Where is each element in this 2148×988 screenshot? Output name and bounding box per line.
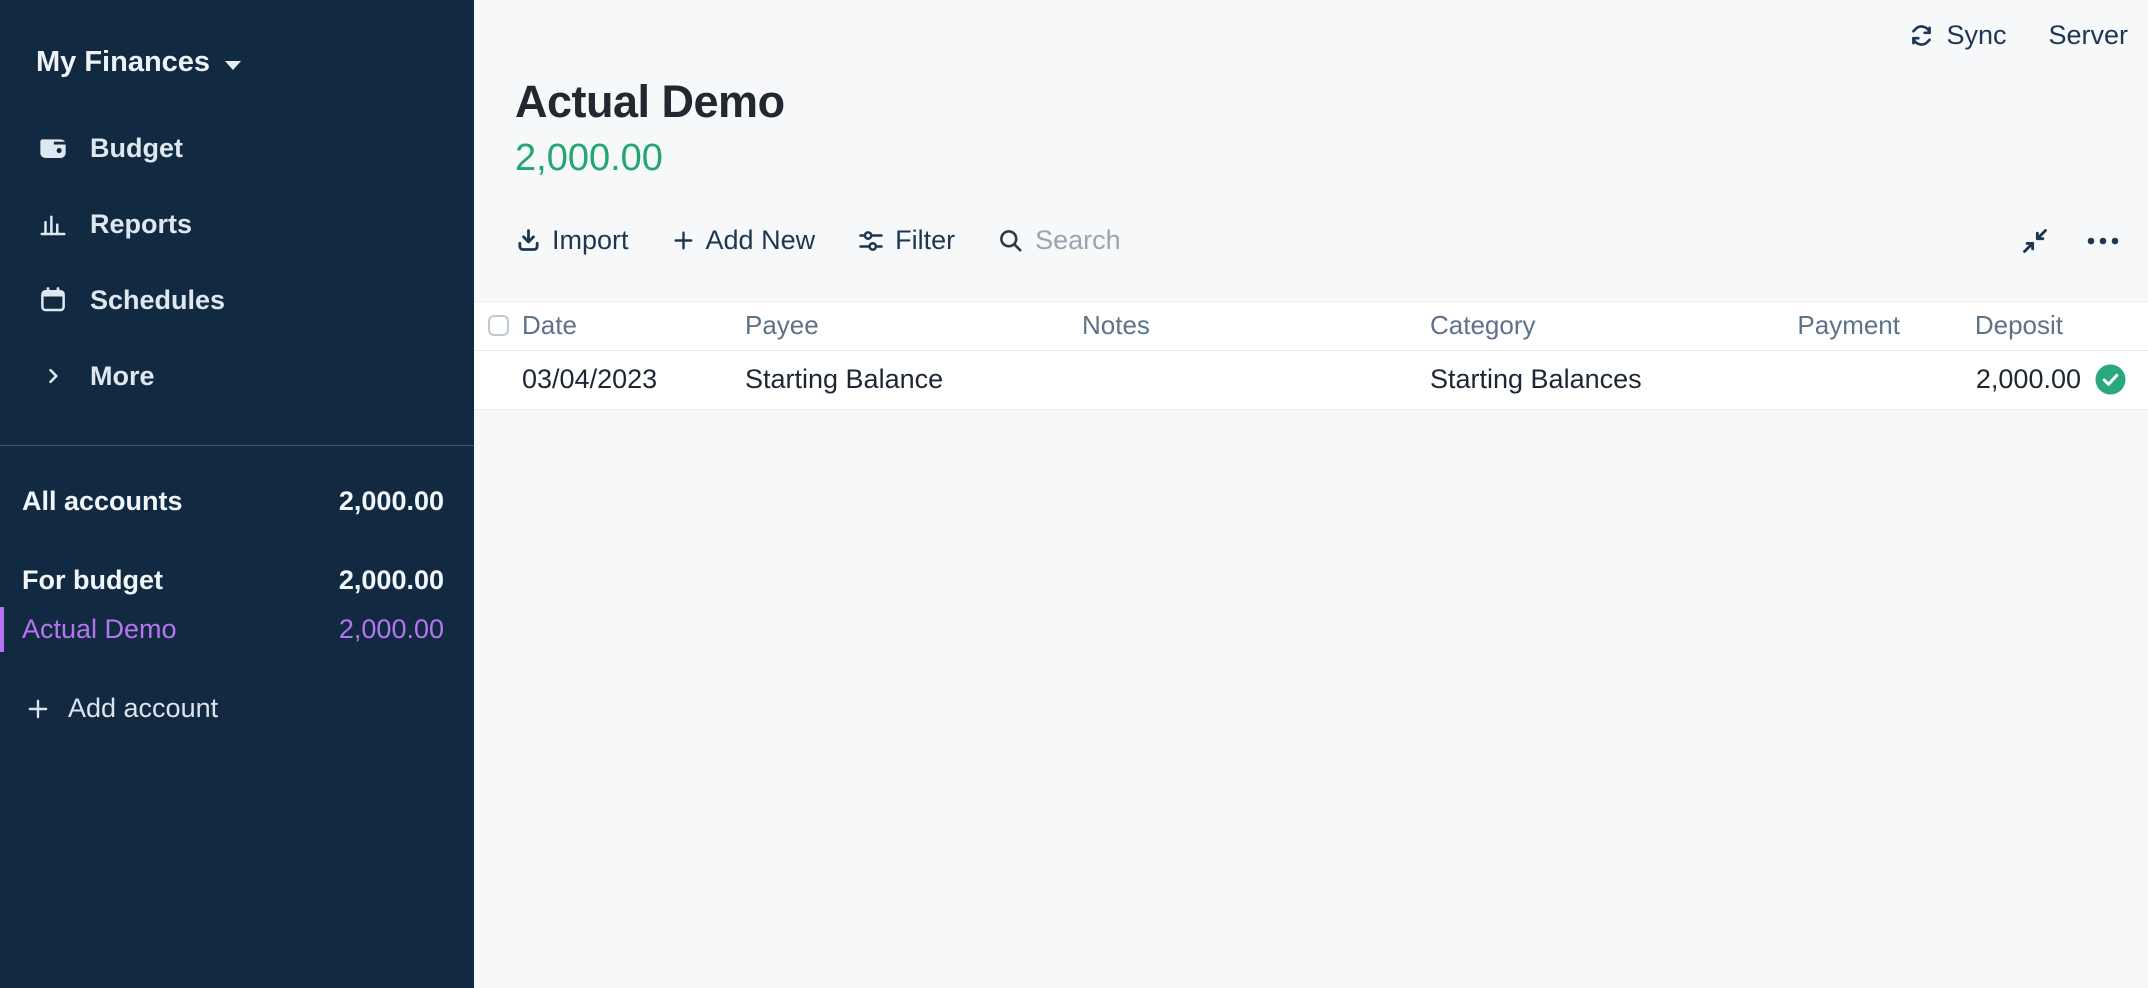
collapse-transactions-button[interactable] — [2020, 226, 2050, 256]
wallet-icon — [33, 132, 73, 164]
for-budget-label: For budget — [22, 565, 163, 596]
download-icon — [515, 227, 542, 254]
sidebar-item-label: More — [90, 361, 155, 392]
page-header: Actual Demo 2,000.00 — [474, 78, 2148, 177]
main-content: Sync Server Actual Demo 2,000.00 — [474, 0, 2148, 988]
add-account-label: Add account — [68, 693, 218, 724]
sync-button[interactable]: Sync — [1908, 20, 2006, 51]
account-toolbar: Import Add New — [474, 217, 2148, 265]
sidebar-item-more[interactable]: More — [0, 338, 474, 414]
sidebar-item-reports[interactable]: Reports — [0, 186, 474, 262]
select-all-cell — [474, 315, 522, 336]
account-amount: 2,000.00 — [339, 614, 444, 645]
toolbar-right — [2020, 226, 2122, 256]
toolbar-left: Import Add New — [515, 225, 1195, 256]
budget-file-menu[interactable]: My Finances — [0, 0, 241, 79]
row-deposit[interactable]: 2,000.00 — [1900, 364, 2085, 395]
plus-icon — [25, 696, 51, 722]
transactions-table: Date Payee Notes Category Payment Deposi… — [474, 301, 2148, 410]
for-budget-group-row[interactable]: For budget 2,000.00 — [0, 556, 474, 605]
column-header-date[interactable]: Date — [522, 310, 745, 341]
column-header-notes[interactable]: Notes — [1082, 310, 1430, 341]
column-header-payee[interactable]: Payee — [745, 310, 1082, 341]
account-menu-ellipsis-button[interactable] — [2084, 227, 2122, 255]
for-budget-amount: 2,000.00 — [339, 565, 444, 596]
calendar-icon — [33, 285, 73, 315]
account-title: Actual Demo — [515, 78, 2148, 126]
add-new-button[interactable]: Add New — [671, 225, 816, 256]
chevron-right-icon — [33, 366, 73, 386]
app-window: My Finances Budget — [0, 0, 2148, 988]
plus-icon — [671, 228, 696, 253]
row-category[interactable]: Starting Balances — [1430, 364, 1720, 395]
all-accounts-row[interactable]: All accounts 2,000.00 — [0, 477, 474, 526]
account-balance: 2,000.00 — [515, 139, 2148, 177]
server-button[interactable]: Server — [2048, 20, 2128, 51]
add-new-label: Add New — [706, 225, 816, 256]
topbar: Sync Server — [1908, 20, 2128, 51]
search-icon — [997, 227, 1024, 254]
add-account-button[interactable]: Add account — [0, 684, 474, 733]
column-header-payment[interactable]: Payment — [1720, 310, 1900, 341]
filter-button[interactable]: Filter — [857, 225, 955, 256]
sidebar-item-label: Reports — [90, 209, 192, 240]
server-label: Server — [2048, 20, 2128, 51]
cleared-check-circle-icon[interactable] — [2095, 364, 2126, 395]
all-accounts-amount: 2,000.00 — [339, 486, 444, 517]
column-header-deposit[interactable]: Deposit — [1900, 310, 2085, 341]
sync-label: Sync — [1946, 20, 2006, 51]
sync-icon — [1908, 22, 1935, 49]
import-button[interactable]: Import — [515, 225, 629, 256]
row-date[interactable]: 03/04/2023 — [522, 364, 745, 395]
sidebar-nav: Budget Reports — [0, 110, 474, 414]
sidebar-item-budget[interactable]: Budget — [0, 110, 474, 186]
sidebar-item-label: Schedules — [90, 285, 225, 316]
column-header-category[interactable]: Category — [1430, 310, 1720, 341]
accounts-spacer — [0, 526, 474, 556]
budget-file-name: My Finances — [36, 46, 210, 79]
filter-label: Filter — [895, 225, 955, 256]
table-header-row: Date Payee Notes Category Payment Deposi… — [474, 301, 2148, 351]
bar-chart-icon — [33, 209, 73, 239]
selected-account-indicator — [0, 607, 4, 652]
sidebar-item-schedules[interactable]: Schedules — [0, 262, 474, 338]
filter-sliders-icon — [857, 227, 885, 255]
select-all-checkbox[interactable] — [488, 315, 509, 336]
row-payee[interactable]: Starting Balance — [745, 364, 1082, 395]
all-accounts-label: All accounts — [22, 486, 183, 517]
account-name: Actual Demo — [22, 614, 177, 645]
row-status-cell — [2085, 364, 2148, 395]
sidebar-item-label: Budget — [90, 133, 183, 164]
caret-down-icon — [225, 61, 241, 70]
import-label: Import — [552, 225, 629, 256]
account-row-actual-demo[interactable]: Actual Demo 2,000.00 — [0, 605, 474, 654]
accounts-section: All accounts 2,000.00 For budget 2,000.0… — [0, 446, 474, 733]
search-box — [997, 225, 1195, 256]
search-input[interactable] — [1035, 225, 1195, 256]
transaction-row[interactable]: 03/04/2023 Starting Balance Starting Bal… — [474, 351, 2148, 410]
sidebar: My Finances Budget — [0, 0, 474, 988]
